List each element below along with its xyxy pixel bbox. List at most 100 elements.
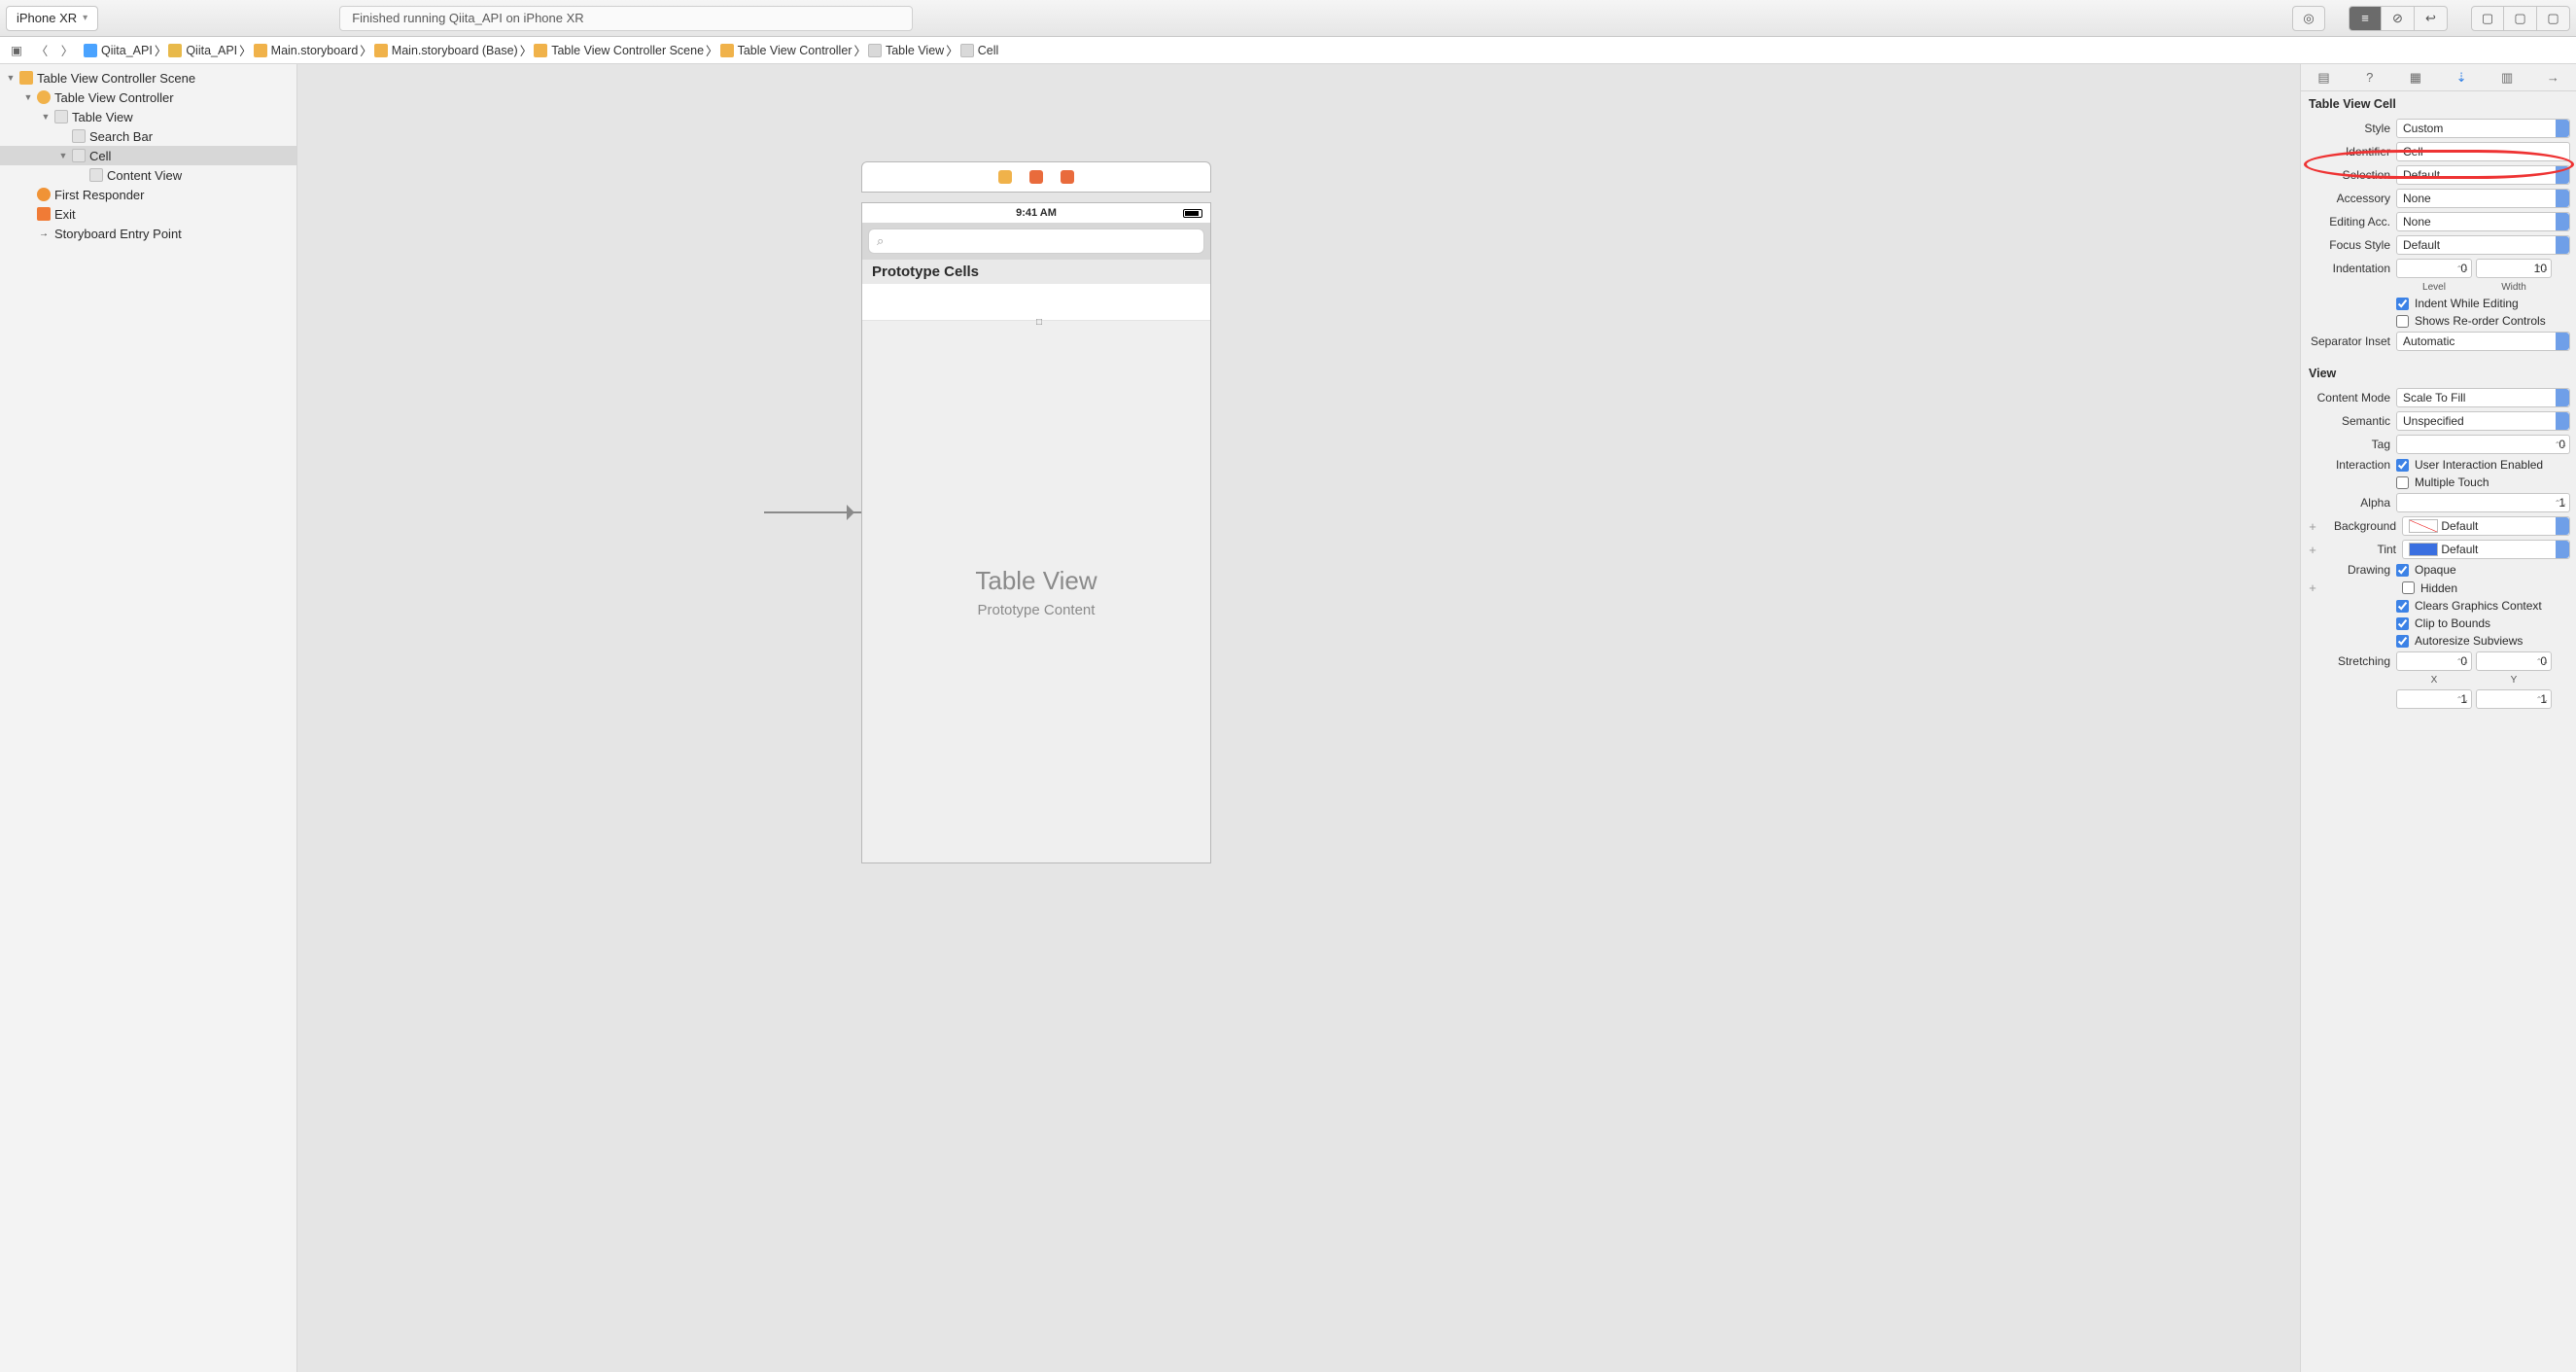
assistant-editor-button[interactable]: ⊘	[2382, 6, 2415, 31]
outline-row[interactable]: →Storyboard Entry Point	[0, 224, 296, 243]
vc-icon	[37, 90, 51, 104]
forward-button[interactable]: 〉	[56, 41, 78, 59]
scene-frame: 9:41 AM ⌕ Prototype Cells Table View Pro…	[861, 161, 1211, 863]
add-background-button[interactable]: +	[2307, 519, 2318, 534]
outline-label: Table View	[72, 110, 133, 124]
clears-graphics-checkbox[interactable]: Clears Graphics Context	[2396, 599, 2570, 613]
breadcrumb-item[interactable]: Main.storyboard	[252, 44, 361, 57]
outline-row[interactable]: Content View	[0, 165, 296, 185]
alpha-field[interactable]: 1	[2396, 493, 2570, 512]
view-icon	[89, 168, 103, 182]
toggle-navigator-button[interactable]: ▢	[2471, 6, 2504, 31]
indent-level-field[interactable]: 0	[2396, 259, 2472, 278]
related-items-button[interactable]: ▣	[6, 43, 27, 57]
add-tint-button[interactable]: +	[2307, 543, 2318, 557]
disclosure-triangle-icon[interactable]: ▼	[58, 151, 68, 160]
outline-row[interactable]: ▼Table View Controller	[0, 88, 296, 107]
library-button[interactable]: ◎	[2292, 6, 2325, 31]
editor-mode-group: ≡ ⊘ ↩︎	[2349, 6, 2448, 31]
view-icon	[960, 44, 974, 57]
breadcrumb-item[interactable]: Cell	[958, 44, 1001, 57]
exit-icon[interactable]	[1061, 170, 1074, 184]
version-editor-button[interactable]: ↩︎	[2415, 6, 2448, 31]
hidden-checkbox[interactable]: Hidden	[2402, 581, 2570, 595]
standard-editor-button[interactable]: ≡	[2349, 6, 2382, 31]
disclosure-triangle-icon[interactable]: ▼	[6, 73, 16, 83]
stretching-label: Stretching	[2307, 654, 2390, 668]
table-placeholder: Table View Prototype Content	[862, 321, 1210, 862]
breadcrumb-item[interactable]: Qiita_API	[82, 44, 155, 57]
stretch-w-field[interactable]: 1	[2396, 689, 2472, 709]
opaque-checkbox[interactable]: Opaque	[2396, 563, 2570, 577]
search-bar[interactable]: ⌕	[868, 229, 1204, 254]
toggle-debug-button[interactable]: ▢	[2504, 6, 2537, 31]
attributes-inspector-tab[interactable]: ⇣	[2451, 70, 2472, 86]
background-label: Background	[2324, 519, 2396, 533]
breadcrumb-item[interactable]: Main.storyboard (Base)	[372, 44, 520, 57]
scene-dock[interactable]	[861, 161, 1211, 193]
content-mode-select[interactable]: Scale To Fill	[2396, 388, 2570, 407]
breadcrumb-item[interactable]: Qiita_API	[166, 44, 239, 57]
indent-while-editing-checkbox[interactable]: Indent While Editing	[2396, 297, 2570, 310]
connections-inspector-tab[interactable]: →	[2542, 70, 2563, 85]
indent-width-field[interactable]: 10	[2476, 259, 2552, 278]
disclosure-triangle-icon[interactable]: ▼	[23, 92, 33, 102]
outline-row[interactable]: First Responder	[0, 185, 296, 204]
focus-style-select[interactable]: Default	[2396, 235, 2570, 255]
outline-row[interactable]: ▼ Table View	[0, 107, 296, 126]
outline-row[interactable]: Search Bar	[0, 126, 296, 146]
size-inspector-tab[interactable]: ▥	[2496, 70, 2518, 86]
tint-label: Tint	[2324, 543, 2396, 556]
toggle-inspector-button[interactable]: ▢	[2537, 6, 2570, 31]
chevron-right-icon: 〉	[360, 41, 372, 59]
outline-row[interactable]: Exit	[0, 204, 296, 224]
chevron-down-icon: ▾	[83, 13, 87, 23]
selection-select[interactable]: Default	[2396, 165, 2570, 185]
shows-reorder-checkbox[interactable]: Shows Re-order Controls	[2396, 314, 2570, 328]
tag-field[interactable]: 0	[2396, 435, 2570, 454]
separator-select[interactable]: Automatic	[2396, 332, 2570, 351]
back-button[interactable]: 〈	[31, 41, 52, 59]
identity-inspector-tab[interactable]: ▦	[2405, 70, 2426, 86]
editing-acc-select[interactable]: None	[2396, 212, 2570, 231]
device-preview: 9:41 AM ⌕ Prototype Cells Table View Pro…	[861, 202, 1211, 863]
selection-label: Selection	[2307, 168, 2390, 182]
breadcrumb-item[interactable]: Table View Controller	[718, 44, 854, 57]
story-icon	[374, 44, 388, 57]
inspector-tabs: ▤ ? ▦ ⇣ ▥ →	[2301, 64, 2576, 91]
stretch-x-field[interactable]: 0	[2396, 651, 2472, 671]
storyboard-canvas[interactable]: 9:41 AM ⌕ Prototype Cells Table View Pro…	[297, 64, 2300, 1372]
entry-point-arrow-icon	[764, 511, 861, 513]
search-icon: ⌕	[877, 233, 884, 249]
stretch-y-field[interactable]: 0	[2476, 651, 2552, 671]
semantic-select[interactable]: Unspecified	[2396, 411, 2570, 431]
stretch-y-sublabel: Y	[2476, 675, 2552, 686]
tint-select[interactable]: Default	[2402, 540, 2570, 559]
help-inspector-tab[interactable]: ?	[2359, 70, 2381, 85]
breadcrumb-item[interactable]: Table View Controller Scene	[532, 44, 706, 57]
file-inspector-tab[interactable]: ▤	[2314, 70, 2335, 86]
scheme-selector[interactable]: iPhone XR ▾	[6, 6, 98, 31]
accessory-select[interactable]: None	[2396, 189, 2570, 208]
breadcrumb-item[interactable]: Table View	[866, 44, 946, 57]
outline-row[interactable]: ▼Table View Controller Scene	[0, 68, 296, 88]
disclosure-triangle-icon[interactable]: ▼	[41, 112, 51, 122]
identifier-field[interactable]: Cell	[2396, 142, 2570, 161]
multiple-touch-checkbox[interactable]: Multiple Touch	[2396, 475, 2570, 489]
view-controller-icon[interactable]	[998, 170, 1012, 184]
outline-row[interactable]: ▼Cell	[0, 146, 296, 165]
stretch-h-field[interactable]: 1	[2476, 689, 2552, 709]
indent-width-sublabel: Width	[2476, 282, 2552, 293]
user-interaction-checkbox[interactable]: User Interaction Enabled	[2396, 458, 2570, 472]
first-responder-icon[interactable]	[1029, 170, 1043, 184]
clip-to-bounds-checkbox[interactable]: Clip to Bounds	[2396, 616, 2570, 630]
add-drawing-button[interactable]: +	[2307, 580, 2318, 595]
placeholder-subtitle: Prototype Content	[978, 602, 1096, 618]
placeholder-title: Table View	[975, 566, 1097, 596]
prototype-cell[interactable]	[862, 284, 1210, 321]
autoresize-checkbox[interactable]: Autoresize Subviews	[2396, 634, 2570, 648]
style-select[interactable]: Custom	[2396, 119, 2570, 138]
background-select[interactable]: Default	[2402, 516, 2570, 536]
exit-icon	[37, 207, 51, 221]
prototype-header: Prototype Cells	[862, 260, 1210, 284]
